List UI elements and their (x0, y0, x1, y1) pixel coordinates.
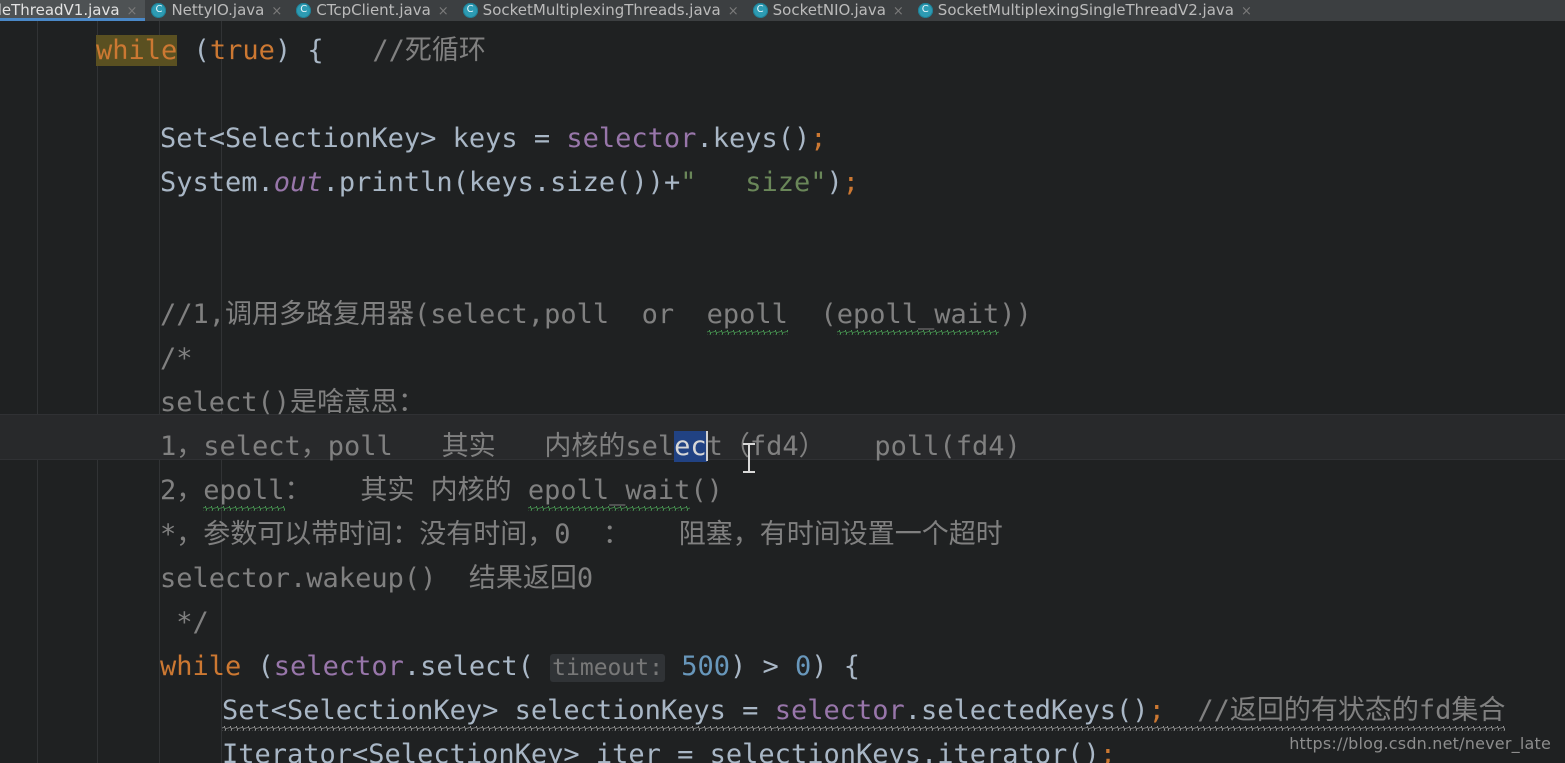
code-token: epoll (706, 299, 788, 335)
code-line[interactable]: /* (0, 337, 1565, 381)
code-token: selector (566, 123, 697, 154)
code-token: out (273, 167, 323, 198)
code-token: .keys() (696, 123, 811, 154)
code-token: Set<SelectionKey> keys = (160, 123, 567, 154)
code-token: Set<SelectionKey> selectionKeys = (222, 695, 775, 731)
close-icon[interactable]: × (271, 4, 282, 19)
code-token: ; (810, 123, 827, 154)
editor-tab-label: SocketMultiplexingSingleThreadV2.java (937, 1, 1234, 19)
code-token: *，参数可以带时间：没有时间，0 ： 阻塞，有时间设置一个超时 (160, 519, 1003, 550)
code-line[interactable]: 1，select，poll 其实 内核的select（fd4） poll(fd4… (0, 425, 1565, 469)
code-line[interactable]: Set<SelectionKey> selectionKeys = select… (0, 689, 1565, 733)
editor-tab-bar[interactable]: igleThreadV1.java×NettyIO.java×CTcpClien… (0, 0, 1565, 22)
code-token: t（fd4） poll(fd4) (706, 431, 1021, 462)
editor-tab-1[interactable]: NettyIO.java × (145, 0, 290, 21)
code-token: select()是啥意思： (160, 387, 426, 418)
code-line[interactable]: selector.wakeup() 结果返回0 (0, 557, 1565, 601)
code-line[interactable]: */ (0, 601, 1565, 645)
code-token: ) (826, 167, 843, 198)
code-token: //死循环 (323, 35, 486, 66)
close-icon[interactable]: × (893, 4, 904, 19)
code-line[interactable]: System.out.println(keys.size())+" size")… (0, 161, 1565, 205)
java-class-icon (752, 2, 768, 18)
watermark-url: https://blog.csdn.net/never_late (1289, 734, 1551, 753)
code-token: .select( (403, 651, 551, 682)
code-line[interactable]: select()是啥意思： (0, 381, 1565, 425)
editor-tab-5[interactable]: SocketMultiplexingSingleThreadV2.java × (912, 0, 1260, 21)
code-token: selector (774, 695, 905, 731)
code-token: //返回的有状态的fd集合 (1164, 695, 1506, 731)
code-token: //1,调用多路复用器(select,poll or (160, 299, 707, 330)
code-line[interactable]: //1,调用多路复用器(select,poll or epoll (epoll_… (0, 293, 1565, 337)
code-token: .selectedKeys() (904, 695, 1149, 731)
code-token: ) { (811, 651, 861, 682)
code-token: .println(keys.size())+ (322, 167, 681, 198)
code-token: 500 (681, 651, 730, 682)
code-editor[interactable]: while (true) { //死循环 Set<SelectionKey> ke… (0, 21, 1565, 763)
editor-tab-label: NettyIO.java (171, 1, 265, 19)
code-token: while (96, 35, 178, 66)
code-token: ec (674, 431, 707, 462)
code-token: ( (787, 299, 837, 330)
close-icon[interactable]: × (728, 4, 739, 19)
editor-tab-label: SocketNIO.java (772, 1, 886, 19)
code-token: epoll_wait (836, 299, 1000, 335)
code-token: epoll_wait (527, 475, 691, 511)
code-token: 0 (795, 651, 812, 682)
code-line[interactable]: while (selector.select( timeout: 500) > … (0, 645, 1565, 689)
code-line[interactable]: 2，epoll： 其实 内核的 epoll_wait() (0, 469, 1565, 513)
code-token: )) (999, 299, 1032, 330)
editor-tab-label: igleThreadV1.java (0, 1, 120, 19)
code-line[interactable]: *，参数可以带时间：没有时间，0 ： 阻塞，有时间设置一个超时 (0, 513, 1565, 557)
code-token: 2， (160, 475, 204, 506)
code-text[interactable]: while (true) { //死循环 Set<SelectionKey> ke… (0, 21, 1565, 763)
code-token: ; (1148, 695, 1165, 731)
code-token: true (209, 35, 275, 66)
code-token: ( (193, 35, 210, 66)
editor-tab-3[interactable]: SocketMultiplexingThreads.java × (457, 0, 747, 21)
code-token: ： 其实 内核的 (284, 475, 528, 506)
code-token: selector (273, 651, 404, 682)
code-token: epoll (203, 475, 285, 511)
code-token: System. (160, 167, 274, 198)
editor-tab-label: SocketMultiplexingThreads.java (482, 1, 721, 19)
code-token: /* (160, 343, 193, 374)
code-token: ; (842, 167, 860, 198)
code-token: while (160, 651, 242, 682)
code-token: timeout: (550, 654, 665, 682)
code-token: ( (241, 651, 274, 682)
code-token: selector.wakeup() 结果返回0 (160, 563, 594, 594)
code-token: ; (1099, 739, 1117, 763)
close-icon[interactable]: × (127, 4, 138, 19)
code-token: Iterator<SelectionKey> iter = selectionK… (222, 739, 1100, 763)
java-class-icon (296, 2, 312, 18)
code-line[interactable] (0, 249, 1565, 293)
java-class-icon (917, 2, 933, 18)
code-line[interactable] (0, 73, 1565, 117)
java-class-icon (151, 2, 167, 18)
code-line[interactable]: Set<SelectionKey> keys = selector.keys()… (0, 117, 1565, 161)
code-token: ) > (729, 651, 796, 682)
close-icon[interactable]: × (438, 4, 449, 19)
code-line[interactable]: while (true) { //死循环 (0, 29, 1565, 73)
editor-tab-0[interactable]: igleThreadV1.java × (0, 0, 146, 21)
code-line[interactable] (0, 205, 1565, 249)
close-icon[interactable]: × (1241, 4, 1252, 19)
code-token: */ (160, 607, 209, 638)
code-token: () (690, 475, 723, 506)
java-class-icon (462, 2, 478, 18)
code-token: ) { (274, 35, 324, 66)
code-token: " size" (680, 167, 827, 198)
code-token: 1，select，poll 其实 内核的sel (160, 431, 675, 462)
editor-tab-4[interactable]: SocketNIO.java × (747, 0, 912, 21)
editor-tab-2[interactable]: CTcpClient.java × (290, 0, 456, 21)
editor-tab-label: CTcpClient.java (316, 1, 431, 19)
